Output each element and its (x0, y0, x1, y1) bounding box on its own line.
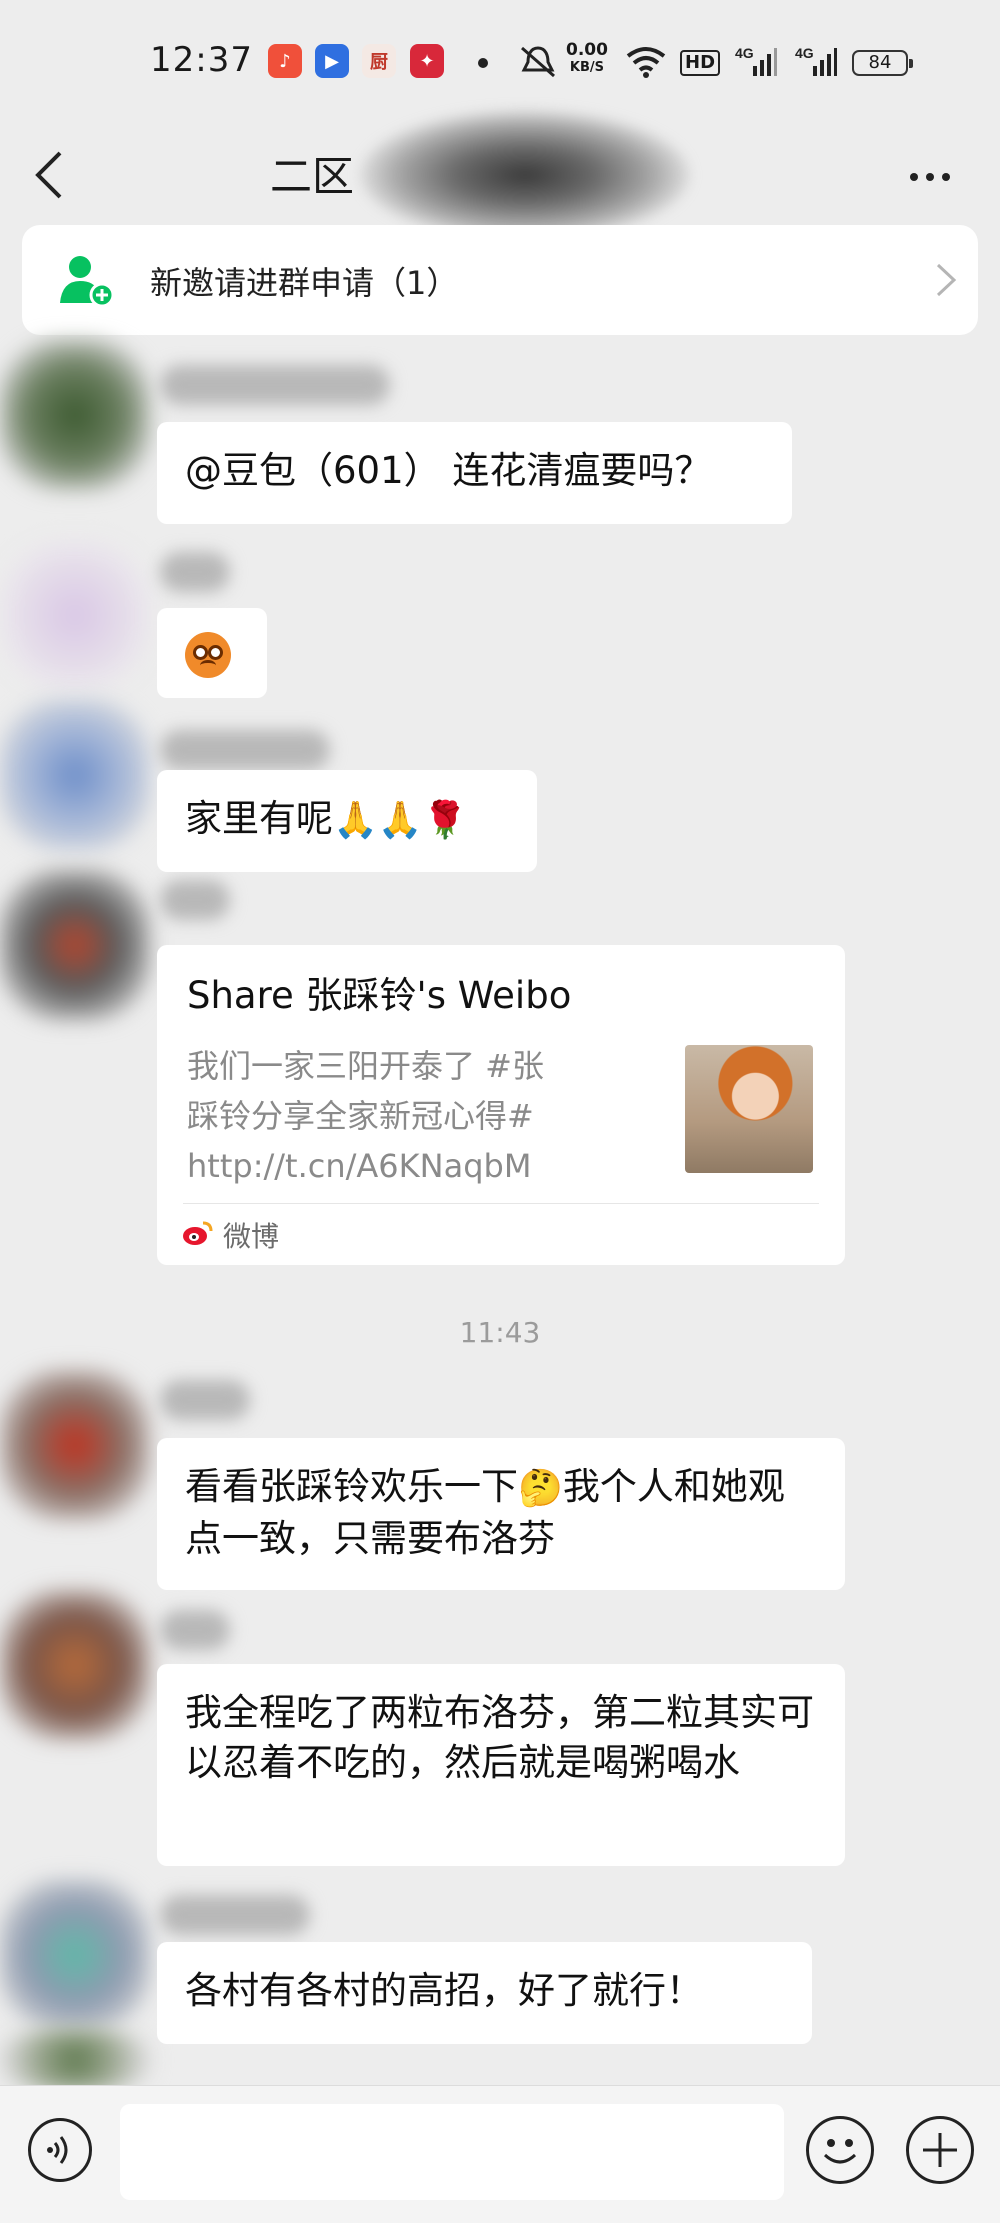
emoji-icon[interactable] (806, 2116, 874, 2184)
message-bubble[interactable]: 各村有各村的高招，好了就行！ (157, 1942, 812, 2044)
message-timestamp: 11:43 (459, 1316, 541, 1349)
add-member-icon (60, 256, 115, 308)
sad-face-emoji (185, 631, 231, 678)
more-dots-icon[interactable] (900, 157, 960, 197)
music-app-icon: ♪ (268, 44, 302, 78)
svg-text:4G: 4G (735, 45, 754, 61)
message-bubble[interactable]: 家里有呢🙏🙏🌹 (157, 770, 537, 872)
voice-icon[interactable] (28, 2118, 92, 2182)
net-speed-value: 0.00 (566, 40, 608, 60)
avatar[interactable] (0, 1590, 150, 1740)
invite-label: 新邀请进群申请（1） (150, 264, 459, 302)
wifi-icon (626, 47, 666, 78)
avatar[interactable] (0, 2030, 150, 2090)
pray-hands-emoji: 🙏 (377, 799, 423, 841)
message-bubble[interactable]: 看看张踩铃欢乐一下🤔我个人和她观点一致，只需要布洛芬 (157, 1438, 845, 1590)
mute-bell-icon (521, 46, 555, 78)
rose-emoji: 🌹 (422, 799, 468, 841)
avatar[interactable] (0, 340, 150, 490)
shopping-app-icon: ✦ (410, 44, 444, 78)
chat-title: 二区 (270, 152, 355, 201)
message-text: @豆包（601） 连花清瘟要吗？ (185, 449, 712, 492)
avatar[interactable] (0, 1880, 150, 2030)
chat-header: 二区 (0, 110, 1000, 240)
avatar[interactable] (0, 870, 150, 1020)
sender-name-blur (160, 552, 230, 592)
redaction-blur (360, 110, 690, 240)
sender-name-blur (160, 365, 390, 405)
message-bubble[interactable] (157, 608, 267, 698)
video-app-icon: ▶ (315, 44, 349, 78)
svg-text:4G: 4G (795, 45, 814, 61)
battery-icon: 84 (852, 50, 913, 76)
signal-icon-2: 4G (795, 45, 837, 76)
sender-name-blur (160, 1895, 310, 1935)
group-invite-banner[interactable]: 新邀请进群申请（1） (22, 225, 978, 335)
chevron-right-icon (936, 263, 957, 297)
notification-dot-icon (478, 58, 488, 68)
share-thumbnail (685, 1045, 813, 1173)
weibo-share-card[interactable]: Share 张踩铃's Weibo 我们一家三阳开泰了 #张踩铃分享全家新冠心得… (157, 945, 845, 1265)
share-source: 微博 (223, 1220, 280, 1253)
sender-name-blur (160, 1610, 230, 1650)
message-input[interactable] (120, 2104, 784, 2200)
chat-input-bar (0, 2085, 1000, 2223)
avatar[interactable] (0, 1370, 150, 1520)
message-bubble[interactable]: 我全程吃了两粒布洛芬，第二粒其实可以忍着不吃的，然后就是喝粥喝水 (157, 1664, 845, 1866)
net-speed: 0.00 KB/S (566, 42, 608, 76)
kitchen-app-icon: 厨 (362, 44, 396, 78)
divider (183, 1203, 819, 1204)
message-text: 我全程吃了两粒布洛芬，第二粒其实可以忍着不吃的，然后就是喝粥喝水 (185, 1691, 814, 1784)
message-bubble[interactable]: @豆包（601） 连花清瘟要吗？ (157, 422, 792, 524)
status-time: 12:37 (150, 40, 253, 80)
hd-badge: HD (680, 50, 721, 76)
sender-name-blur (160, 1380, 250, 1420)
share-description: 我们一家三阳开泰了 #张踩铃分享全家新冠心得# http://t.cn/A6KN… (187, 1047, 544, 1185)
signal-icon: 4G (735, 45, 777, 76)
weibo-icon (183, 1221, 213, 1245)
pray-hands-emoji: 🙏 (333, 799, 378, 841)
avatar[interactable] (0, 540, 150, 690)
thinking-face-emoji: 🤔 (518, 1467, 563, 1509)
message-text: 看看张踩铃欢乐一下 (185, 1465, 518, 1508)
sender-name-blur (160, 730, 330, 770)
share-title: Share 张踩铃's Weibo (187, 974, 572, 1017)
chevron-left-icon[interactable] (30, 147, 70, 203)
message-text: 家里有呢 (185, 797, 333, 840)
sender-name-blur (160, 880, 230, 920)
avatar[interactable] (0, 700, 150, 850)
net-speed-unit: KB/S (569, 60, 605, 75)
message-text: 各村有各村的高招，好了就行！ (185, 1969, 703, 2012)
plus-icon[interactable] (906, 2116, 974, 2184)
